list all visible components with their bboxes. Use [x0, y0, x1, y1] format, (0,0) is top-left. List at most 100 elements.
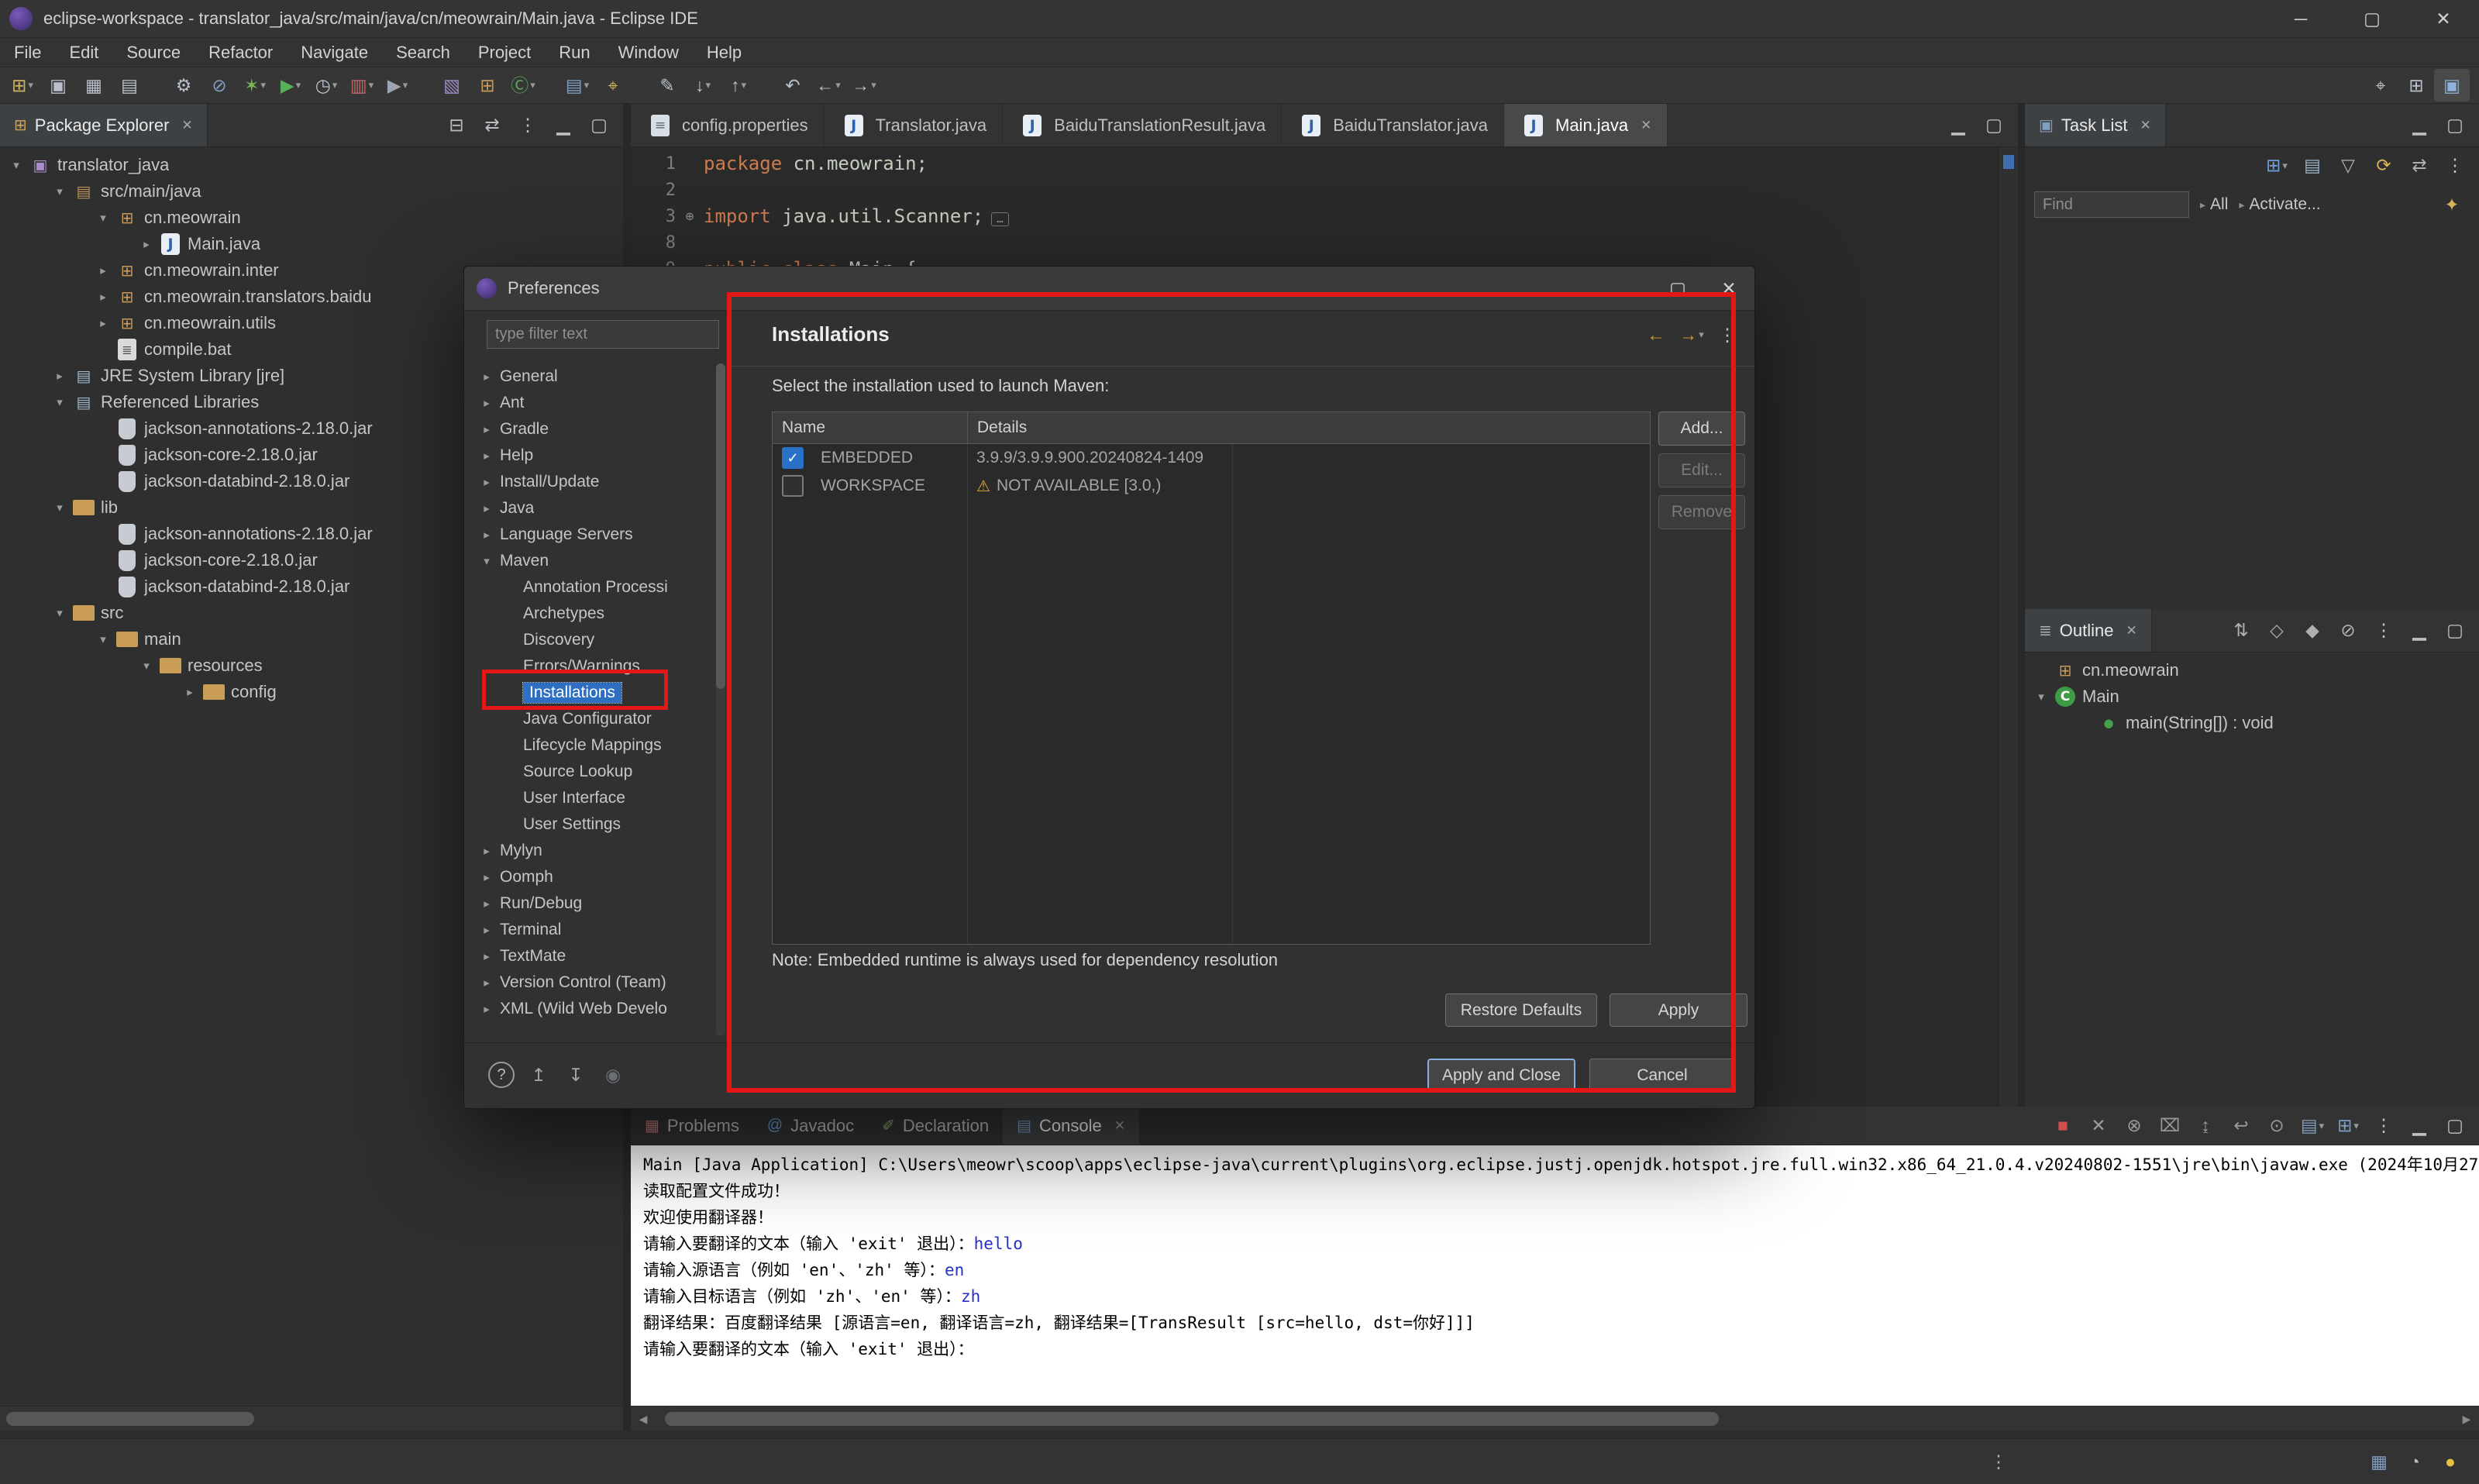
forward-icon[interactable]: →▾ [1674, 318, 1709, 351]
synchronize-icon[interactable]: ⟳ [2366, 150, 2402, 182]
new-class-icon[interactable]: Ⓒ▾ [505, 69, 541, 102]
dialog-title-bar[interactable]: Preferences ▢✕ [464, 267, 1754, 311]
collapse-all-icon[interactable]: ⊟ [439, 109, 474, 142]
scrollbar-thumb[interactable] [6, 1412, 254, 1426]
minimize-button[interactable]: ─ [2265, 0, 2336, 37]
editor-tab-baidutranslationresult-java[interactable]: BaiduTranslationResult.java [1003, 104, 1282, 146]
word-wrap-icon[interactable]: ↩ [2223, 1110, 2259, 1142]
progress-icon[interactable]: ▦ [2361, 1445, 2397, 1478]
next-annotation-icon[interactable]: ↓▾ [685, 69, 721, 102]
preferences-tree-item[interactable]: ▸General [464, 363, 714, 390]
clear-console-icon[interactable]: ⌧ [2152, 1110, 2188, 1142]
outline-item[interactable]: cn.meowrain [2025, 657, 2479, 683]
preferences-tree-item[interactable]: ▸Java [464, 495, 714, 522]
editor-tab-main-java[interactable]: Main.java✕ [1504, 104, 1668, 146]
preferences-tree-item[interactable]: ▸Language Servers [464, 522, 714, 548]
expand-arrow-icon[interactable]: ▸ [93, 316, 113, 330]
preferences-tree-item[interactable]: ▾Maven [464, 548, 714, 574]
expand-arrow-icon[interactable]: ▸ [477, 844, 497, 858]
search-field-icon[interactable]: ⌖ [2363, 69, 2398, 102]
installations-table[interactable]: NameDetails ✓EMBEDDED3.9.9/3.9.9.900.202… [772, 411, 1651, 945]
close-icon[interactable]: ✕ [2126, 623, 2136, 639]
menu-search[interactable]: Search [382, 38, 464, 67]
collapse-arrow-icon[interactable]: ▾ [50, 395, 70, 409]
package-explorer-item[interactable]: ▾cn.meowrain [0, 205, 623, 231]
preferences-tree-item[interactable]: Source Lookup [464, 759, 714, 785]
maximize-button[interactable]: ▢ [2336, 0, 2408, 37]
remove-launch-icon[interactable]: ✕ [2081, 1110, 2116, 1142]
checkbox-checked-icon[interactable]: ✓ [782, 447, 804, 469]
restore-defaults-button[interactable]: Restore Defaults [1445, 993, 1597, 1027]
outline-item[interactable]: ▾Main [2025, 683, 2479, 710]
expand-arrow-icon[interactable]: ▸ [93, 290, 113, 304]
collapse-arrow-icon[interactable]: ▾ [2031, 690, 2051, 704]
hide-fields-icon[interactable]: ◇ [2259, 615, 2295, 647]
coverage-icon[interactable]: ▥▾ [344, 69, 380, 102]
expand-arrow-icon[interactable]: ▸ [477, 370, 497, 384]
overview-ruler[interactable] [1999, 147, 2018, 1107]
tab-task-list[interactable]: ▣ Task List ✕ [2025, 104, 2166, 146]
installation-row[interactable]: ✓EMBEDDED3.9.9/3.9.9.900.20240824-1409 [773, 444, 1650, 472]
link-with-editor-icon[interactable]: ⇄ [474, 109, 510, 142]
menu-project[interactable]: Project [464, 38, 545, 67]
maximize-icon[interactable]: ▢ [581, 109, 617, 142]
build-icon[interactable]: ⚙ [166, 69, 201, 102]
record-preferences-icon[interactable]: ◉ [594, 1059, 632, 1091]
collapse-arrow-icon[interactable]: ▾ [136, 659, 157, 673]
menu-source[interactable]: Source [112, 38, 195, 67]
scroll-right-icon[interactable]: ▶ [2454, 1407, 2479, 1431]
profile-icon[interactable]: ◷▾ [308, 69, 344, 102]
menu-help[interactable]: Help [693, 38, 756, 67]
view-menu-icon[interactable]: ⋮ [1709, 318, 1745, 351]
package-explorer-item[interactable]: ▾src/main/java [0, 178, 623, 205]
preferences-tree-item[interactable]: ▸TextMate [464, 943, 714, 969]
column-header-name[interactable]: Name [773, 412, 967, 443]
maximize-icon[interactable]: ▢ [2437, 615, 2473, 647]
outline-item[interactable]: main(String[]) : void [2025, 710, 2479, 736]
expand-arrow-icon[interactable]: ▸ [477, 501, 497, 515]
column-header-details[interactable]: Details [967, 412, 1232, 443]
collapse-arrow-icon[interactable]: ▾ [6, 158, 26, 172]
collapse-arrow-icon[interactable]: ▾ [93, 632, 113, 646]
expand-arrow-icon[interactable]: ▸ [477, 449, 497, 463]
console-tab-javadoc[interactable]: @Javadoc [753, 1107, 868, 1145]
lightbulb-icon[interactable]: ● [2433, 1445, 2468, 1478]
help-icon[interactable]: ? [483, 1059, 520, 1091]
close-icon[interactable]: ✕ [2140, 118, 2151, 133]
package-explorer-item[interactable]: ▾translator_java [0, 152, 623, 178]
link-with-editor-icon[interactable]: ⇄ [2402, 150, 2437, 182]
run-icon[interactable]: ▶▾ [273, 69, 308, 102]
search-icon[interactable]: ⌖ [595, 69, 631, 102]
back-icon[interactable]: ←▾ [811, 69, 846, 102]
cancel-button[interactable]: Cancel [1589, 1059, 1735, 1092]
expand-arrow-icon[interactable]: ▸ [477, 475, 497, 489]
view-menu-icon[interactable]: ⋮ [2366, 1110, 2402, 1142]
preferences-tree-item[interactable]: ▸Ant [464, 390, 714, 416]
add-button[interactable]: Add... [1658, 411, 1745, 446]
expand-arrow-icon[interactable]: ▸ [136, 237, 157, 251]
menu-refactor[interactable]: Refactor [195, 38, 287, 67]
sash-right[interactable] [2018, 104, 2024, 1107]
view-menu-icon[interactable]: ⋮ [2366, 615, 2402, 647]
menu-file[interactable]: File [0, 38, 55, 67]
find-input[interactable] [2034, 191, 2189, 218]
tab-outline[interactable]: ≣ Outline ✕ [2025, 609, 2152, 652]
terminate-icon[interactable]: ■ [2045, 1110, 2081, 1142]
repository-icon[interactable]: ✦ [2434, 188, 2470, 221]
expand-arrow-icon[interactable]: ▸ [477, 976, 497, 990]
new-task-icon[interactable]: ⊞▾ [2259, 150, 2295, 182]
console-tab-console[interactable]: ▤Console✕ [1003, 1107, 1139, 1145]
outline-tree[interactable]: cn.meowrain▾Mainmain(String[]) : void [2025, 652, 2479, 1107]
close-button[interactable]: ✕ [1703, 267, 1754, 310]
close-icon[interactable]: ✕ [1114, 1118, 1125, 1134]
editor-tab-translator-java[interactable]: Translator.java [825, 104, 1003, 146]
save-all-icon[interactable]: ▦ [76, 69, 112, 102]
preferences-tree-item[interactable]: Annotation Processi [464, 574, 714, 601]
preferences-tree-scrollbar[interactable] [716, 363, 725, 1036]
close-button[interactable]: ✕ [2408, 0, 2479, 37]
preferences-tree-item[interactable]: ▸Version Control (Team) [464, 969, 714, 996]
scope-all-link[interactable]: ▸ All [2200, 195, 2228, 214]
expand-arrow-icon[interactable]: ▸ [477, 923, 497, 937]
minimize-icon[interactable]: ▁ [2402, 109, 2437, 142]
overflow-icon[interactable]: ⋮ [1981, 1445, 2016, 1478]
